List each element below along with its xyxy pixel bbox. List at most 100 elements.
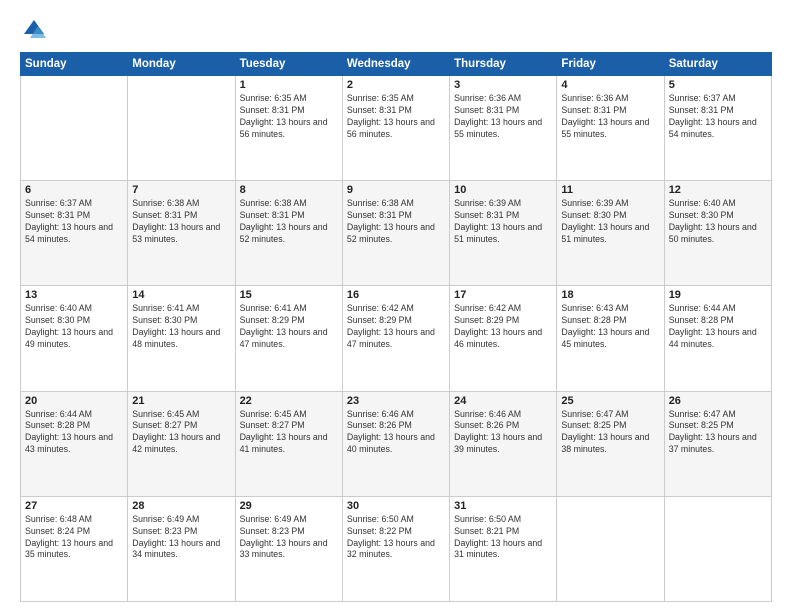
cell-info: Daylight: 13 hours and 41 minutes. [240, 432, 338, 456]
calendar-cell: 5Sunrise: 6:37 AMSunset: 8:31 PMDaylight… [664, 76, 771, 181]
cell-info: Sunrise: 6:46 AM [454, 409, 552, 421]
day-number: 19 [669, 289, 767, 301]
cell-info: Sunset: 8:31 PM [347, 210, 445, 222]
cell-info: Sunset: 8:31 PM [240, 105, 338, 117]
cell-info: Daylight: 13 hours and 46 minutes. [454, 327, 552, 351]
calendar-cell [128, 76, 235, 181]
logo [20, 16, 52, 44]
cell-info: Sunrise: 6:39 AM [454, 198, 552, 210]
cell-info: Sunrise: 6:38 AM [240, 198, 338, 210]
calendar-cell: 12Sunrise: 6:40 AMSunset: 8:30 PMDayligh… [664, 181, 771, 286]
calendar-cell: 8Sunrise: 6:38 AMSunset: 8:31 PMDaylight… [235, 181, 342, 286]
cell-info: Daylight: 13 hours and 42 minutes. [132, 432, 230, 456]
day-number: 24 [454, 395, 552, 407]
cell-info: Sunset: 8:27 PM [132, 420, 230, 432]
calendar-cell: 22Sunrise: 6:45 AMSunset: 8:27 PMDayligh… [235, 391, 342, 496]
calendar-cell: 11Sunrise: 6:39 AMSunset: 8:30 PMDayligh… [557, 181, 664, 286]
cell-info: Sunrise: 6:38 AM [347, 198, 445, 210]
cell-info: Sunrise: 6:44 AM [25, 409, 123, 421]
day-number: 25 [561, 395, 659, 407]
calendar-day-header: Monday [128, 53, 235, 76]
cell-info: Sunset: 8:26 PM [454, 420, 552, 432]
calendar-cell: 1Sunrise: 6:35 AMSunset: 8:31 PMDaylight… [235, 76, 342, 181]
day-number: 22 [240, 395, 338, 407]
day-number: 7 [132, 184, 230, 196]
calendar-cell: 14Sunrise: 6:41 AMSunset: 8:30 PMDayligh… [128, 286, 235, 391]
cell-info: Daylight: 13 hours and 47 minutes. [347, 327, 445, 351]
day-number: 3 [454, 79, 552, 91]
cell-info: Daylight: 13 hours and 37 minutes. [669, 432, 767, 456]
day-number: 4 [561, 79, 659, 91]
cell-info: Sunrise: 6:37 AM [669, 93, 767, 105]
cell-info: Daylight: 13 hours and 35 minutes. [25, 538, 123, 562]
cell-info: Sunset: 8:25 PM [561, 420, 659, 432]
calendar-cell: 15Sunrise: 6:41 AMSunset: 8:29 PMDayligh… [235, 286, 342, 391]
cell-info: Sunrise: 6:44 AM [669, 303, 767, 315]
calendar-cell: 25Sunrise: 6:47 AMSunset: 8:25 PMDayligh… [557, 391, 664, 496]
day-number: 8 [240, 184, 338, 196]
day-number: 23 [347, 395, 445, 407]
cell-info: Sunset: 8:25 PM [669, 420, 767, 432]
day-number: 30 [347, 500, 445, 512]
cell-info: Sunrise: 6:45 AM [240, 409, 338, 421]
cell-info: Sunrise: 6:35 AM [347, 93, 445, 105]
cell-info: Sunset: 8:31 PM [132, 210, 230, 222]
cell-info: Daylight: 13 hours and 53 minutes. [132, 222, 230, 246]
cell-info: Daylight: 13 hours and 47 minutes. [240, 327, 338, 351]
cell-info: Daylight: 13 hours and 55 minutes. [561, 117, 659, 141]
day-number: 31 [454, 500, 552, 512]
cell-info: Daylight: 13 hours and 55 minutes. [454, 117, 552, 141]
calendar-cell: 19Sunrise: 6:44 AMSunset: 8:28 PMDayligh… [664, 286, 771, 391]
cell-info: Sunset: 8:31 PM [669, 105, 767, 117]
cell-info: Sunrise: 6:37 AM [25, 198, 123, 210]
cell-info: Sunrise: 6:41 AM [240, 303, 338, 315]
day-number: 16 [347, 289, 445, 301]
calendar-day-header: Thursday [450, 53, 557, 76]
cell-info: Daylight: 13 hours and 54 minutes. [25, 222, 123, 246]
cell-info: Sunrise: 6:36 AM [454, 93, 552, 105]
calendar-cell: 13Sunrise: 6:40 AMSunset: 8:30 PMDayligh… [21, 286, 128, 391]
day-number: 27 [25, 500, 123, 512]
cell-info: Sunrise: 6:38 AM [132, 198, 230, 210]
cell-info: Sunset: 8:31 PM [347, 105, 445, 117]
header [20, 16, 772, 44]
cell-info: Daylight: 13 hours and 34 minutes. [132, 538, 230, 562]
cell-info: Sunset: 8:28 PM [561, 315, 659, 327]
cell-info: Sunset: 8:29 PM [347, 315, 445, 327]
cell-info: Sunrise: 6:50 AM [347, 514, 445, 526]
cell-info: Daylight: 13 hours and 44 minutes. [669, 327, 767, 351]
cell-info: Sunset: 8:21 PM [454, 526, 552, 538]
cell-info: Sunset: 8:31 PM [25, 210, 123, 222]
cell-info: Sunrise: 6:39 AM [561, 198, 659, 210]
day-number: 28 [132, 500, 230, 512]
cell-info: Daylight: 13 hours and 51 minutes. [454, 222, 552, 246]
cell-info: Sunset: 8:29 PM [454, 315, 552, 327]
cell-info: Sunset: 8:31 PM [561, 105, 659, 117]
calendar-cell: 16 Sunrise: 6:42 AMSunset: 8:29 PMDayligh… [342, 286, 449, 391]
day-number: 6 [25, 184, 123, 196]
calendar-week-row: 6Sunrise: 6:37 AMSunset: 8:31 PMDaylight… [21, 181, 772, 286]
calendar-week-row: 20Sunrise: 6:44 AMSunset: 8:28 PMDayligh… [21, 391, 772, 496]
cell-info: Sunrise: 6:42 AM [347, 303, 445, 315]
cell-info: Daylight: 13 hours and 52 minutes. [347, 222, 445, 246]
day-number: 21 [132, 395, 230, 407]
calendar-cell: 24Sunrise: 6:46 AMSunset: 8:26 PMDayligh… [450, 391, 557, 496]
cell-info: Sunset: 8:24 PM [25, 526, 123, 538]
cell-info: Daylight: 13 hours and 40 minutes. [347, 432, 445, 456]
calendar-table: SundayMondayTuesdayWednesdayThursdayFrid… [20, 52, 772, 602]
cell-info: Sunrise: 6:41 AM [132, 303, 230, 315]
calendar-cell: 9Sunrise: 6:38 AMSunset: 8:31 PMDaylight… [342, 181, 449, 286]
calendar-cell: 21Sunrise: 6:45 AMSunset: 8:27 PMDayligh… [128, 391, 235, 496]
cell-info: Sunrise: 6:36 AM [561, 93, 659, 105]
cell-info: Sunrise: 6:46 AM [347, 409, 445, 421]
cell-info: Daylight: 13 hours and 51 minutes. [561, 222, 659, 246]
cell-info: Sunset: 8:31 PM [240, 210, 338, 222]
calendar-week-row: 13Sunrise: 6:40 AMSunset: 8:30 PMDayligh… [21, 286, 772, 391]
day-number: 1 [240, 79, 338, 91]
cell-info: Daylight: 13 hours and 48 minutes. [132, 327, 230, 351]
cell-info: Daylight: 13 hours and 33 minutes. [240, 538, 338, 562]
logo-icon [20, 16, 48, 44]
cell-info: Sunrise: 6:40 AM [669, 198, 767, 210]
cell-info: Sunset: 8:26 PM [347, 420, 445, 432]
cell-info: Sunset: 8:30 PM [561, 210, 659, 222]
